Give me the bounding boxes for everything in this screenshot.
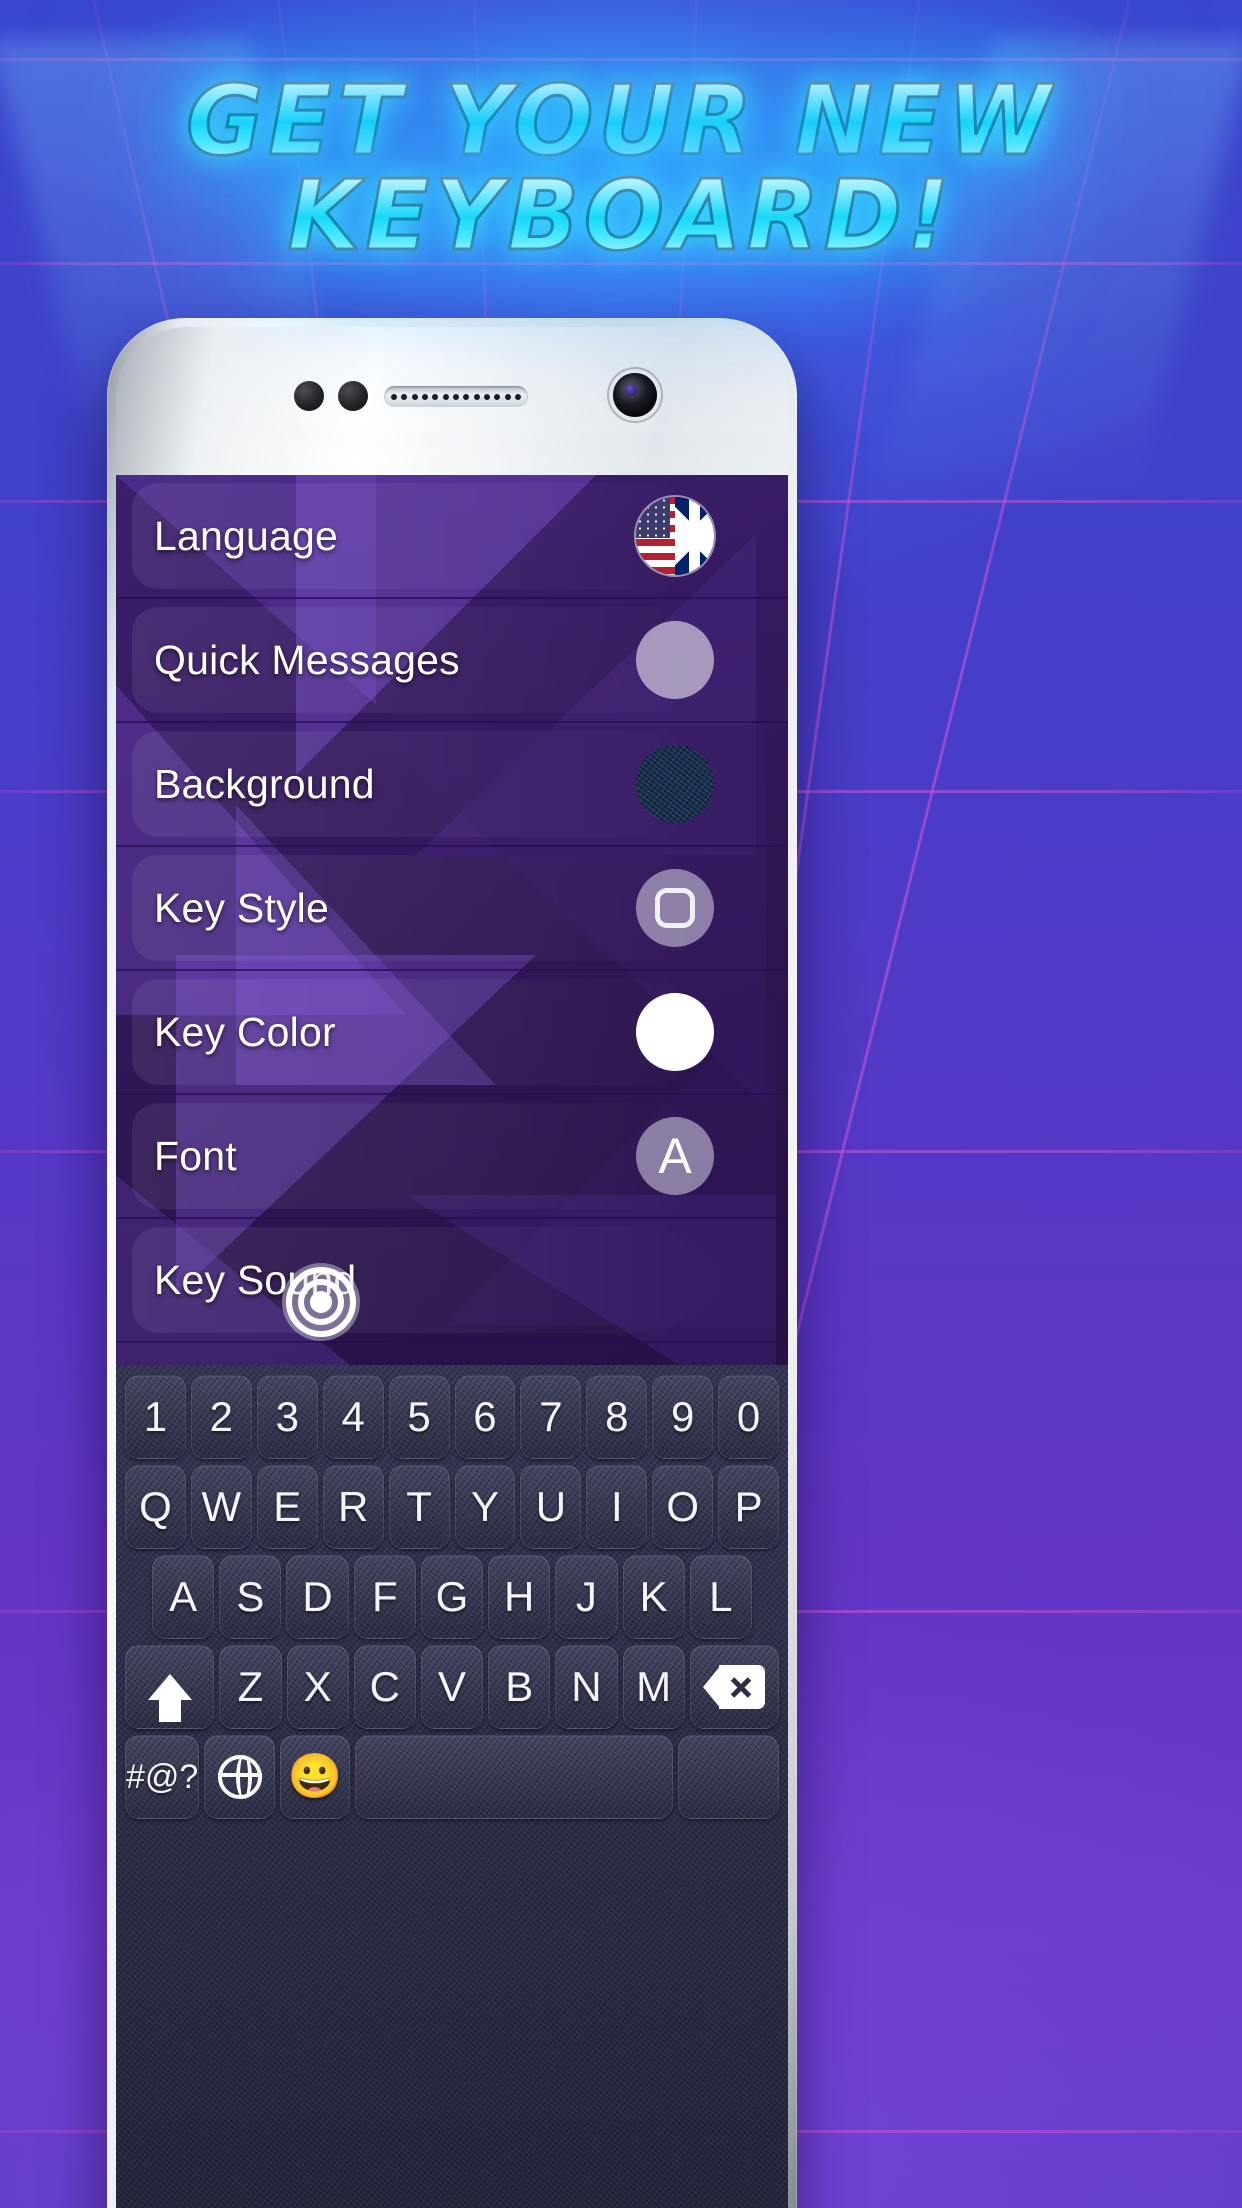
keyboard-row-bottom: Z X C V B N M [122,1645,782,1729]
settings-row-label: Font [154,1132,237,1179]
rounded-square-icon[interactable] [636,869,714,947]
key-m[interactable]: M [622,1645,685,1729]
key-z[interactable]: Z [219,1645,282,1729]
key-l[interactable]: L [689,1555,752,1639]
enter-key[interactable] [677,1735,779,1819]
settings-row-quick-messages[interactable]: Quick Messages [116,599,788,723]
settings-row-background[interactable]: Background [116,723,788,847]
virtual-keyboard: 1 2 3 4 5 6 7 8 9 0 Q W E R T Y U I O P … [116,1365,788,2208]
keyboard-row-home: A S D F G H J K L [122,1555,782,1639]
keyboard-row-function: #@? 😀 [122,1735,782,1819]
white-circle-icon[interactable] [636,993,714,1071]
key-f[interactable]: F [353,1555,416,1639]
key-1[interactable]: 1 [125,1375,186,1459]
key-6[interactable]: 6 [454,1375,516,1459]
globe-key[interactable] [204,1735,275,1819]
settings-row-label: Key Color [154,1008,336,1055]
key-p[interactable]: P [718,1465,780,1549]
key-5[interactable]: 5 [388,1375,450,1459]
key-g[interactable]: G [420,1555,484,1639]
space-key[interactable] [355,1735,673,1819]
key-h[interactable]: H [488,1555,551,1639]
flag-us-uk-icon[interactable] [636,497,714,575]
circle-plain-icon[interactable] [636,621,714,699]
settings-row-label: Quick Messages [154,636,460,683]
key-o[interactable]: O [652,1465,714,1549]
emoji-key[interactable]: 😀 [279,1735,351,1819]
front-camera-icon [613,373,657,417]
globe-icon [217,1755,262,1799]
keyboard-row-numbers: 1 2 3 4 5 6 7 8 9 0 [122,1375,782,1459]
key-2[interactable]: 2 [190,1375,252,1459]
settings-row-language[interactable]: Language [116,475,788,599]
key-q[interactable]: Q [125,1465,186,1549]
phone-mockup: Language Quick Messages Background Key S… [107,318,797,2208]
symbols-key[interactable]: #@? [125,1735,200,1819]
key-b[interactable]: B [488,1645,551,1729]
letter-a-icon[interactable]: A [636,1117,714,1195]
proximity-sensor-icon [294,381,324,411]
key-w[interactable]: W [190,1465,252,1549]
key-r[interactable]: R [322,1465,384,1549]
phone-top-bezel [116,327,788,475]
keyboard-row-top: Q W E R T Y U I O P [122,1465,782,1549]
texture-circle-icon[interactable] [636,745,714,823]
backspace-key[interactable] [689,1645,780,1729]
settings-list: Language Quick Messages Background Key S… [116,475,788,1365]
key-x[interactable]: X [286,1645,349,1729]
shift-arrow-icon [147,1674,192,1722]
key-0[interactable]: 0 [718,1375,780,1459]
settings-row-label: Language [154,512,339,559]
key-9[interactable]: 9 [652,1375,714,1459]
settings-row-key-style[interactable]: Key Style [116,847,788,971]
key-j[interactable]: J [555,1555,618,1639]
key-v[interactable]: V [420,1645,484,1729]
key-u[interactable]: U [520,1465,582,1549]
key-i[interactable]: I [586,1465,648,1549]
settings-row-key-color[interactable]: Key Color [116,971,788,1095]
phone-screen: Language Quick Messages Background Key S… [116,475,788,2208]
settings-row-key-sound[interactable]: Key Sound [116,1219,788,1343]
earpiece-speaker-icon [384,386,528,407]
backspace-icon [703,1665,766,1709]
key-e[interactable]: E [256,1465,318,1549]
key-y[interactable]: Y [454,1465,516,1549]
key-n[interactable]: N [555,1645,618,1729]
key-a[interactable]: A [152,1555,215,1639]
key-8[interactable]: 8 [586,1375,648,1459]
key-d[interactable]: D [286,1555,349,1639]
emoji-icon: 😀 [287,1752,343,1801]
key-7[interactable]: 7 [520,1375,582,1459]
key-c[interactable]: C [353,1645,416,1729]
settings-row-label: Key Style [154,884,329,931]
key-4[interactable]: 4 [322,1375,384,1459]
settings-row-label: Background [154,760,375,807]
key-s[interactable]: S [219,1555,282,1639]
shift-key[interactable] [125,1645,215,1729]
sound-rings-icon[interactable] [282,1263,361,1341]
key-k[interactable]: K [622,1555,685,1639]
settings-row-font[interactable]: Font A [116,1095,788,1219]
font-glyph: A [658,1128,692,1184]
key-t[interactable]: T [388,1465,450,1549]
key-3[interactable]: 3 [256,1375,318,1459]
light-sensor-icon [338,381,368,411]
